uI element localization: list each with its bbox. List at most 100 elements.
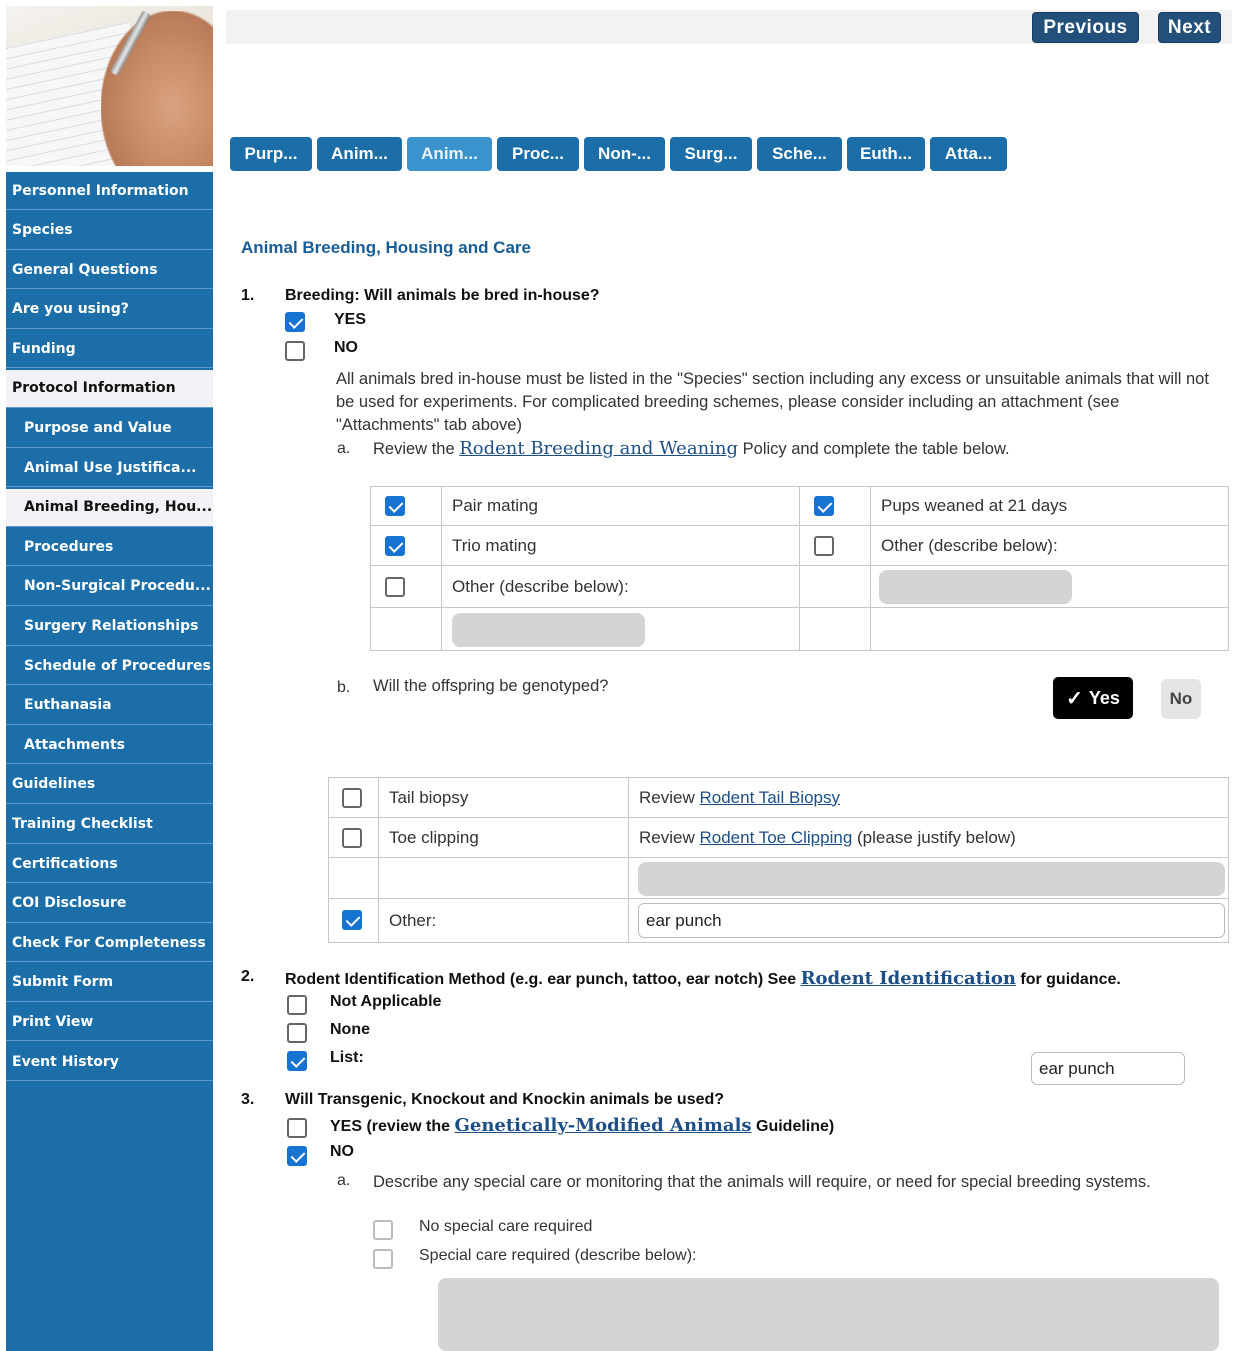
sidebar-item-funding[interactable]: Funding (6, 330, 213, 369)
no-special-care-checkbox[interactable] (373, 1220, 393, 1240)
sidebar-item-coi[interactable]: COI Disclosure (6, 884, 213, 923)
geno-other-input[interactable]: ear punch (638, 903, 1225, 938)
tab-procedures[interactable]: Proc... (497, 137, 579, 171)
sidebar-item-non-surgical[interactable]: Non-Surgical Procedu... (6, 567, 213, 606)
q1a-pre: Review the (373, 440, 455, 458)
trio-mating-checkbox[interactable] (385, 536, 405, 556)
mating-other-label: Other (describe below): (441, 565, 800, 608)
sidebar-item-print[interactable]: Print View (6, 1003, 213, 1042)
sidebar-item-animal-use[interactable]: Animal Use Justifica... (6, 449, 213, 488)
pair-mating-label: Pair mating (441, 486, 800, 526)
toe-clipping-checkbox[interactable] (342, 828, 362, 848)
previous-button[interactable]: Previous (1032, 12, 1139, 43)
sidebar-item-procedures[interactable]: Procedures (6, 528, 213, 567)
tail-review-text: Review (639, 787, 695, 807)
q3-number: 3. (241, 1091, 255, 1108)
sidebar-item-are-you-using[interactable]: Are you using? (6, 290, 213, 329)
sidebar-item-animal-breeding[interactable]: Animal Breeding, Hou... (6, 488, 213, 527)
pups-weaned-label: Pups weaned at 21 days (870, 486, 1229, 526)
sidebar-item-purpose-value[interactable]: Purpose and Value (6, 409, 213, 448)
genetically-modified-link[interactable]: Genetically-Modified Animals (455, 1115, 752, 1136)
toe-justify-input[interactable] (638, 862, 1225, 896)
no-special-care-label: No special care required (419, 1218, 593, 1235)
sidebar-item-euthanasia[interactable]: Euthanasia (6, 686, 213, 725)
q2-text-line: Rodent Identification Method (e.g. ear p… (285, 968, 1121, 989)
sidebar-item-guidelines[interactable]: Guidelines (6, 765, 213, 804)
sidebar-item-personnel[interactable]: Personnel Information (6, 172, 213, 210)
special-care-label: Special care required (describe below): (419, 1247, 697, 1264)
q3-yes-line: YES (review the Genetically-Modified Ani… (330, 1115, 834, 1136)
q3-no-label: NO (330, 1143, 354, 1160)
q2-post: for guidance. (1020, 971, 1121, 988)
q2-list-label: List: (330, 1049, 364, 1066)
q2-na-checkbox[interactable] (287, 995, 307, 1015)
tab-schedule[interactable]: Sche... (757, 137, 842, 171)
page-title: Animal Breeding, Housing and Care (241, 238, 531, 257)
geno-other-label: Other: (378, 898, 629, 943)
weaning-other-label: Other (describe below): (870, 525, 1229, 566)
toe-review-text: Review (639, 827, 695, 847)
q3-no-checkbox[interactable] (287, 1146, 307, 1166)
q3-yes-checkbox[interactable] (287, 1118, 307, 1138)
q1-no-checkbox[interactable] (285, 341, 305, 361)
q1a-letter: a. (337, 440, 351, 457)
q1-yes-checkbox[interactable] (285, 312, 305, 332)
q1-yes-label: YES (334, 311, 367, 328)
weaning-other-input[interactable] (879, 570, 1072, 604)
tab-purpose[interactable]: Purp... (230, 137, 312, 171)
q2-none-label: None (330, 1021, 370, 1038)
mating-other-input[interactable] (452, 613, 645, 647)
special-care-checkbox[interactable] (373, 1249, 393, 1269)
q1-text: Breeding: Will animals be bred in-house? (285, 287, 600, 304)
sidebar-item-certifications[interactable]: Certifications (6, 845, 213, 884)
sidebar-item-completeness[interactable]: Check For Completeness (6, 924, 213, 963)
q3a-letter: a. (337, 1172, 351, 1189)
sidebar-item-event-history[interactable]: Event History (6, 1043, 213, 1082)
geno-other-checkbox[interactable] (342, 910, 362, 930)
tab-non-surgical[interactable]: Non-... (584, 137, 665, 171)
q2-na-label: Not Applicable (330, 993, 442, 1010)
sidebar-item-protocol-information[interactable]: Protocol Information (6, 369, 213, 408)
tab-animal-use[interactable]: Anim... (317, 137, 402, 171)
genotyped-no-button[interactable]: No (1161, 679, 1201, 719)
sidebar: Personnel Information Species General Qu… (6, 6, 213, 1351)
q1a-post: Policy and complete the table below. (742, 440, 1010, 458)
q2-none-checkbox[interactable] (287, 1023, 307, 1043)
rodent-breeding-link[interactable]: Rodent Breeding and Weaning (459, 438, 738, 459)
genotyped-yes-button[interactable]: ✓ Yes (1053, 677, 1133, 719)
genotyping-table: Tail biopsy Review Rodent Tail Biopsy To… (328, 777, 1229, 943)
pair-mating-checkbox[interactable] (385, 496, 405, 516)
sidebar-item-attachments[interactable]: Attachments (6, 726, 213, 765)
q1b-text: Will the offspring be genotyped? (373, 677, 609, 695)
mating-other-checkbox[interactable] (385, 577, 405, 597)
genotyped-yes-label: Yes (1088, 687, 1120, 708)
rodent-toe-clipping-link[interactable]: Rodent Toe Clipping (699, 828, 852, 847)
check-icon: ✓ (1066, 687, 1083, 710)
tab-euthanasia[interactable]: Euth... (847, 137, 925, 171)
q2-list-checkbox[interactable] (287, 1051, 307, 1071)
sidebar-item-submit[interactable]: Submit Form (6, 963, 213, 1002)
tab-surgery[interactable]: Surg... (670, 137, 752, 171)
breeding-table: Pair mating Pups weaned at 21 days Trio … (370, 486, 1229, 651)
sidebar-item-general-questions[interactable]: General Questions (6, 251, 213, 290)
tab-attachments[interactable]: Atta... (930, 137, 1007, 171)
sidebar-item-training[interactable]: Training Checklist (6, 805, 213, 844)
weaning-other-checkbox[interactable] (814, 536, 834, 556)
rodent-identification-link[interactable]: Rodent Identification (801, 968, 1016, 989)
next-button[interactable]: Next (1158, 12, 1221, 43)
tail-biopsy-checkbox[interactable] (342, 788, 362, 808)
sidebar-item-schedule[interactable]: Schedule of Procedures (6, 647, 213, 686)
rodent-tail-biopsy-link[interactable]: Rodent Tail Biopsy (699, 788, 840, 807)
header-image (6, 6, 213, 172)
toe-clipping-review: Review Rodent Toe Clipping (please justi… (628, 817, 1229, 858)
q3-yes-pre: YES (review the (330, 1118, 451, 1135)
tab-animal-breeding[interactable]: Anim... (407, 137, 492, 171)
q2-list-input[interactable]: ear punch (1031, 1052, 1185, 1085)
special-care-textarea[interactable] (438, 1278, 1219, 1351)
q3-text: Will Transgenic, Knockout and Knockin an… (285, 1091, 725, 1108)
tail-biopsy-review: Review Rodent Tail Biopsy (628, 777, 1229, 818)
sidebar-item-surgery-relationships[interactable]: Surgery Relationships (6, 607, 213, 646)
pups-weaned-checkbox[interactable] (814, 496, 834, 516)
sidebar-item-species[interactable]: Species (6, 211, 213, 250)
q1-no-label: NO (334, 339, 358, 356)
